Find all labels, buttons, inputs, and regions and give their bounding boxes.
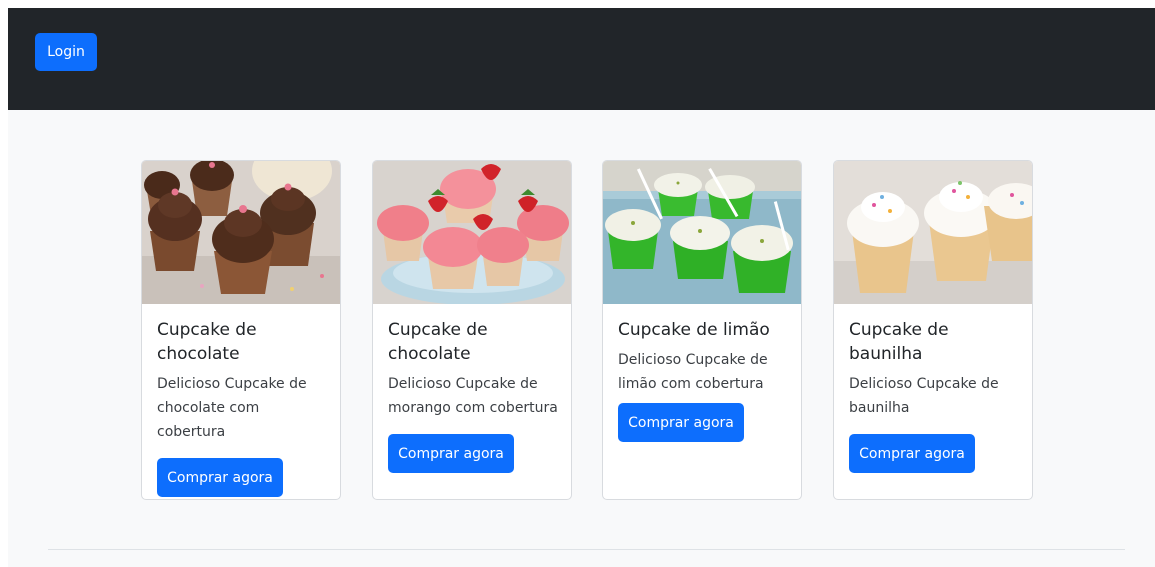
- login-button[interactable]: Login: [35, 33, 97, 71]
- buy-now-button[interactable]: Comprar agora: [849, 434, 975, 473]
- card-title: Cupcake de limão: [618, 320, 770, 340]
- lemon-cupcakes-photo: [603, 161, 801, 304]
- vanilla-cupcakes-photo: [834, 161, 1032, 304]
- card-description: Delicioso Cupcake de limão com cobertura: [618, 352, 768, 392]
- buy-now-button[interactable]: Comprar agora: [618, 403, 744, 442]
- product-card: Cupcake de baunilha Delicioso Cupcake de…: [833, 160, 1033, 500]
- card-title: Cupcake de chocolate: [157, 320, 257, 364]
- card-body: Cupcake de chocolate Delicioso Cupcake d…: [373, 304, 571, 473]
- card-body: Cupcake de baunilha Delicioso Cupcake de…: [834, 304, 1032, 473]
- product-card: Cupcake de limão Delicioso Cupcake de li…: [602, 160, 802, 500]
- card-body: Cupcake de limão Delicioso Cupcake de li…: [603, 304, 801, 442]
- buy-now-button[interactable]: Comprar agora: [157, 458, 283, 497]
- card-title: Cupcake de baunilha: [849, 320, 949, 364]
- card-description: Delicioso Cupcake de chocolate com cober…: [157, 376, 307, 440]
- card-description: Delicioso Cupcake de morango com cobertu…: [388, 376, 558, 416]
- chocolate-cupcakes-photo: [142, 161, 340, 304]
- card-body: Cupcake de chocolate Delicioso Cupcake d…: [142, 304, 340, 497]
- product-card: Cupcake de chocolate Delicioso Cupcake d…: [372, 160, 572, 500]
- strawberry-cupcakes-photo: [373, 161, 571, 304]
- buy-now-button[interactable]: Comprar agora: [388, 434, 514, 473]
- page: Login Cupcake de chocolate Delicioso Cup…: [8, 8, 1155, 567]
- navbar: Login: [8, 8, 1155, 110]
- card-description: Delicioso Cupcake de baunilha: [849, 376, 999, 416]
- product-card: Cupcake de chocolate Delicioso Cupcake d…: [141, 160, 341, 500]
- card-title: Cupcake de chocolate: [388, 320, 488, 364]
- footer-divider: [48, 549, 1125, 550]
